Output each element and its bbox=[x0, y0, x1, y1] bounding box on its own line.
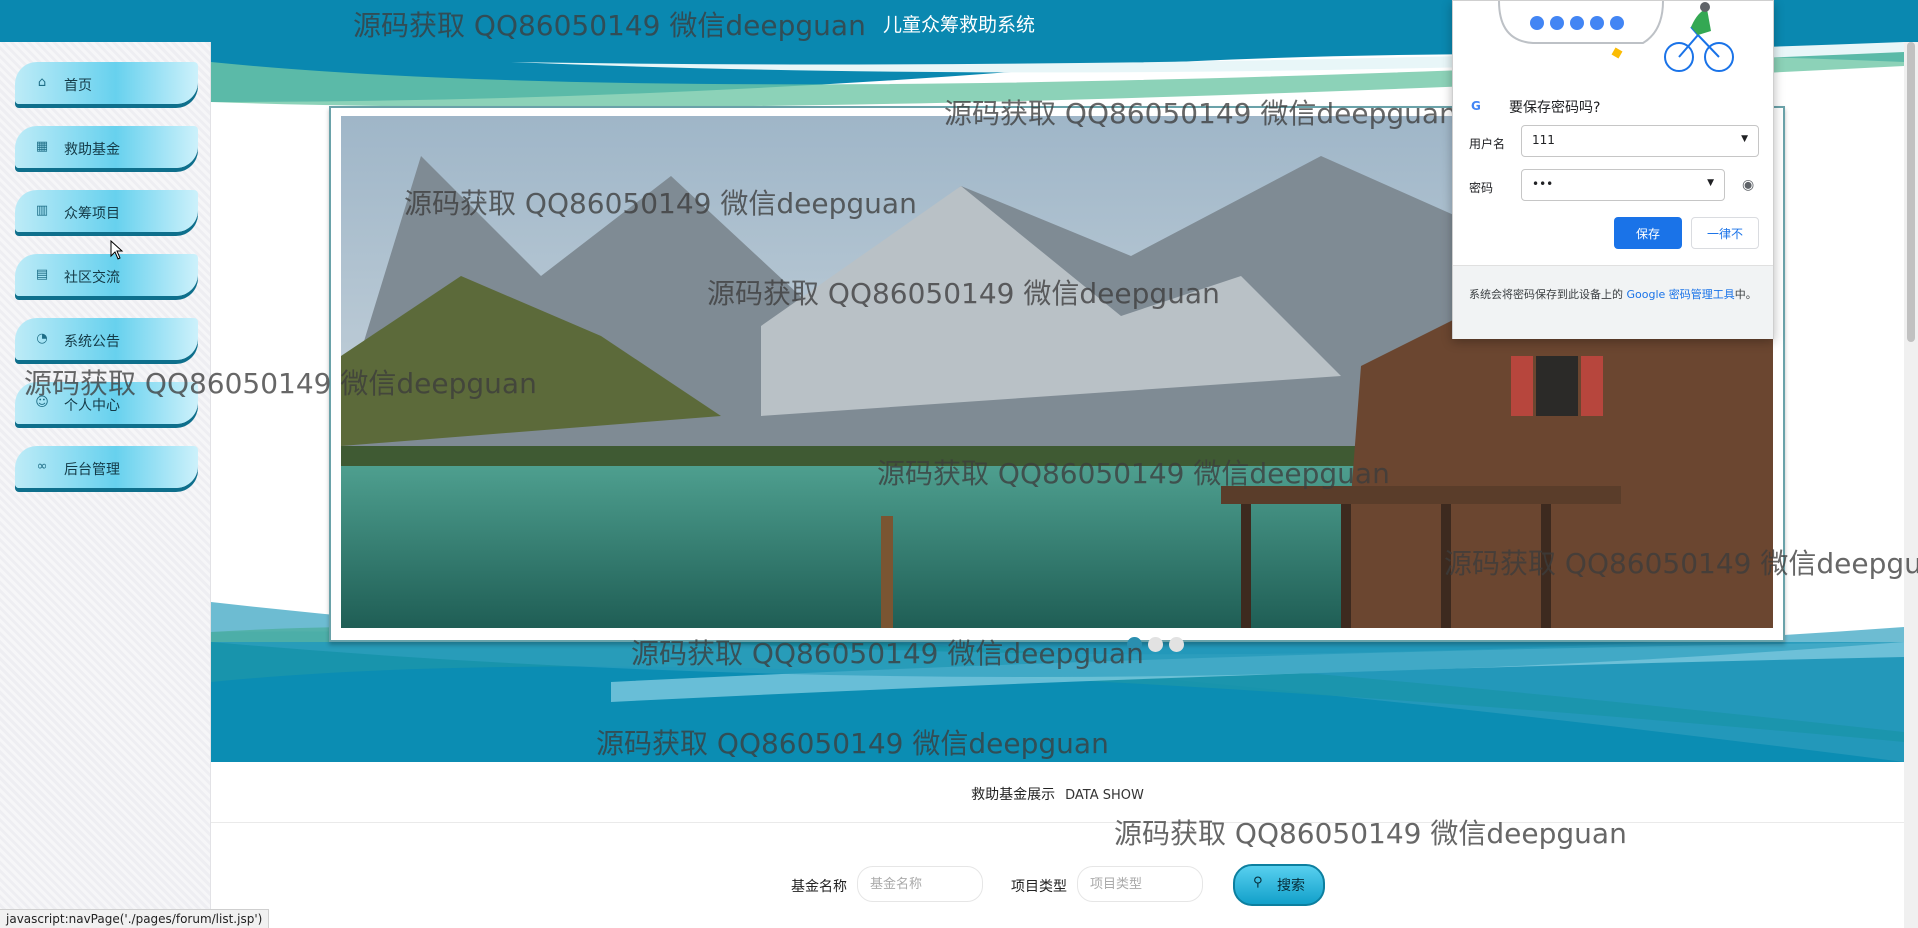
nav-crowdfunding[interactable]: ▥ 众筹项目 bbox=[15, 190, 198, 232]
password-label: 密码 bbox=[1469, 181, 1494, 195]
carousel-dot-2[interactable] bbox=[1148, 637, 1163, 652]
nav-announcements-label: 系统公告 bbox=[64, 334, 120, 350]
section-heading: 救助基金展示 DATA SHOW bbox=[211, 784, 1904, 804]
save-password-button[interactable]: 保存 bbox=[1614, 217, 1682, 249]
status-bar-url: javascript:navPage('./pages/forum/list.j… bbox=[0, 909, 270, 928]
nav-admin-label: 后台管理 bbox=[64, 462, 120, 478]
nav-home[interactable]: ⌂ 首页 bbox=[15, 62, 198, 104]
calendar-icon: ▤ bbox=[35, 267, 49, 282]
footer-text: 系统会将密码保存到此设备上的 bbox=[1469, 288, 1623, 301]
mouse-cursor-icon bbox=[110, 240, 124, 260]
chevron-down-icon: ▼ bbox=[1707, 178, 1714, 188]
never-save-button[interactable]: 一律不 bbox=[1691, 217, 1759, 249]
fund-name-input[interactable] bbox=[857, 866, 983, 902]
project-type-label: 项目类型 bbox=[1011, 879, 1067, 895]
sidebar: ⌂ 首页 ▦ 救助基金 ▥ 众筹项目 ▤ 社区交流 ◔ 系统公告 ☺ 个人中心 … bbox=[0, 42, 211, 928]
page-scrollbar[interactable] bbox=[1904, 42, 1918, 928]
nav-announcements[interactable]: ◔ 系统公告 bbox=[15, 318, 198, 360]
popup-footer: 系统会将密码保存到此设备上的 Google 密码管理工具中。 bbox=[1453, 265, 1773, 339]
footer-suffix: 中。 bbox=[1734, 288, 1757, 301]
nav-crowdfunding-label: 众筹项目 bbox=[64, 206, 120, 222]
password-manager-link[interactable]: Google 密码管理工具 bbox=[1627, 288, 1735, 301]
username-value: 111 bbox=[1532, 133, 1555, 147]
section-divider bbox=[211, 822, 1904, 823]
nav-relief-fund-label: 救助基金 bbox=[64, 142, 120, 158]
nav-community[interactable]: ▤ 社区交流 bbox=[15, 254, 198, 296]
password-value: ••• bbox=[1532, 177, 1554, 191]
password-select[interactable]: ••• ▼ bbox=[1521, 169, 1725, 201]
search-button[interactable]: ⚲ 搜索 bbox=[1233, 864, 1325, 906]
username-label: 用户名 bbox=[1469, 137, 1506, 151]
section-title: 救助基金展示 bbox=[971, 787, 1056, 803]
nav-home-label: 首页 bbox=[64, 78, 92, 94]
carousel-dot-1[interactable] bbox=[1127, 637, 1142, 652]
project-type-input[interactable] bbox=[1077, 866, 1203, 902]
fund-name-label: 基金名称 bbox=[791, 879, 847, 895]
scrollbar-thumb[interactable] bbox=[1907, 42, 1915, 342]
nav-community-label: 社区交流 bbox=[64, 270, 120, 286]
username-select[interactable]: 111 ▼ bbox=[1521, 125, 1759, 157]
building-icon: ▥ bbox=[35, 203, 49, 218]
password-illustration bbox=[1498, 1, 1734, 72]
search-icon: ⚲ bbox=[1253, 875, 1263, 890]
popup-footer-text: 系统会将密码保存到此设备上的 Google 密码管理工具中。 bbox=[1469, 286, 1759, 304]
home-icon: ⌂ bbox=[37, 75, 47, 90]
link-icon: ∞ bbox=[36, 459, 48, 474]
google-key-icon: G bbox=[1471, 99, 1481, 113]
grid-icon: ▦ bbox=[35, 139, 49, 154]
nav-profile[interactable]: ☺ 个人中心 bbox=[15, 382, 198, 424]
search-button-label: 搜索 bbox=[1277, 878, 1305, 894]
section-subtitle: DATA SHOW bbox=[1065, 788, 1144, 803]
nav-admin[interactable]: ∞ 后台管理 bbox=[15, 446, 198, 488]
save-password-popup: G 要保存密码吗? 用户名 111 ▼ 密码 ••• ▼ ◉ 保存 一律不 系统… bbox=[1452, 0, 1774, 339]
eye-icon[interactable]: ◉ bbox=[1742, 177, 1754, 193]
popup-title: 要保存密码吗? bbox=[1509, 100, 1601, 116]
carousel-indicators bbox=[1127, 637, 1190, 656]
user-icon: ☺ bbox=[35, 395, 49, 410]
chevron-down-icon: ▼ bbox=[1741, 134, 1748, 144]
nav-relief-fund[interactable]: ▦ 救助基金 bbox=[15, 126, 198, 168]
gauge-icon: ◔ bbox=[36, 331, 48, 346]
nav-profile-label: 个人中心 bbox=[64, 398, 120, 414]
carousel-dot-3[interactable] bbox=[1169, 637, 1184, 652]
